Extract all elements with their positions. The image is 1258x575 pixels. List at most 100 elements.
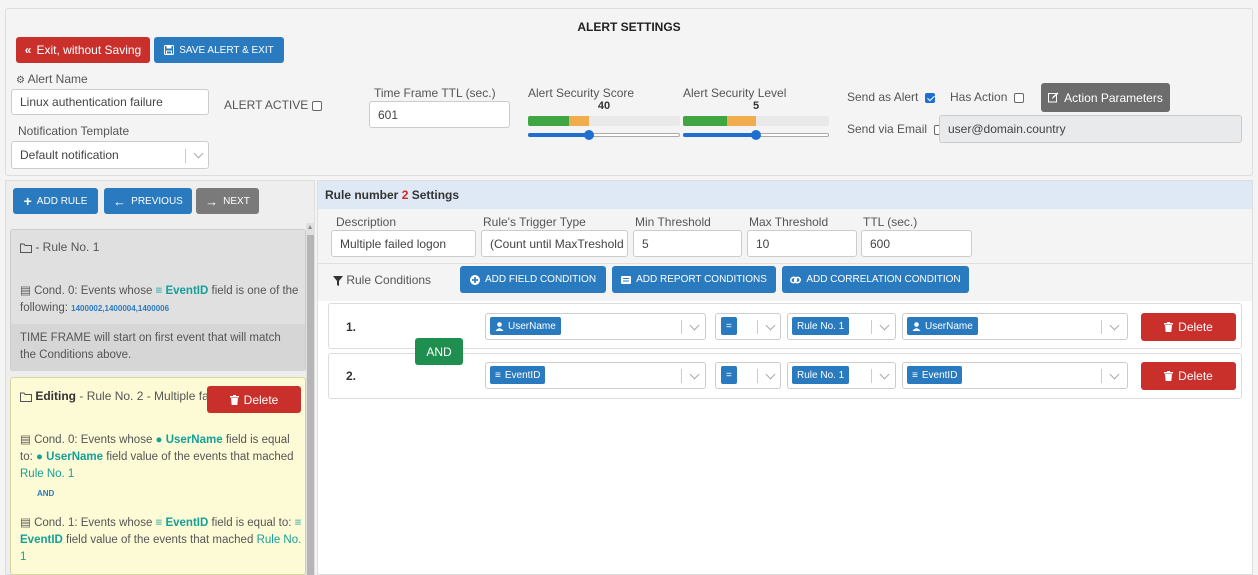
double-chevron-left-icon: « [24, 43, 32, 57]
chevron-down-icon [876, 363, 892, 388]
alert-active-toggle[interactable]: ALERT ACTIVE [224, 98, 322, 112]
min-threshold-input[interactable]: 5 [633, 230, 742, 257]
rule-conditions-toggle[interactable]: Rule Conditions [333, 273, 431, 287]
security-score-slider[interactable] [528, 130, 680, 140]
min-threshold-label: Min Threshold [635, 215, 711, 229]
security-score-fill [528, 116, 589, 126]
delete-condition-button[interactable]: Delete [1141, 313, 1236, 341]
notification-template-value: Default notification [20, 148, 119, 162]
floppy-icon [164, 45, 175, 55]
delete-label: Delete [1178, 320, 1213, 334]
rule-2-delete-button[interactable]: Delete [207, 386, 301, 413]
add-report-label: ADD REPORT CONDITIONS [636, 274, 767, 285]
save-label: SAVE ALERT & EXIT [179, 44, 274, 56]
next-button[interactable]: → NEXT [196, 188, 259, 214]
rule-1-condition: ▤ Cond. 0: Events whose ≡ EventID field … [20, 285, 299, 314]
filter-icon [333, 275, 343, 286]
action-parameters-button[interactable]: Action Parameters [1041, 83, 1170, 112]
list-icon: ▤ [20, 434, 31, 446]
ttl-input[interactable]: 601 [369, 101, 510, 128]
chevron-down-icon [762, 314, 778, 339]
rule-ttl-input[interactable]: 600 [861, 230, 972, 257]
security-level-value: 5 [752, 100, 760, 112]
security-level-bar [683, 116, 829, 126]
add-report-conditions-button[interactable]: ADD REPORT CONDITIONS [612, 266, 776, 293]
divider [318, 263, 1252, 264]
notification-template-select[interactable]: Default notification [11, 141, 209, 169]
trash-icon [1164, 371, 1174, 381]
folder-icon [20, 392, 32, 402]
operator-tag: = [721, 317, 737, 335]
save-alert-exit-button[interactable]: SAVE ALERT & EXIT [154, 37, 284, 63]
rule-conditions-label: Rule Conditions [346, 273, 432, 287]
plus-circle-icon [469, 274, 480, 285]
security-score-value: 40 [597, 100, 611, 112]
action-parameters-label: Action Parameters [1064, 90, 1163, 105]
alert-name-label: ⚙ Alert Name [16, 72, 88, 86]
chevron-down-icon [686, 363, 702, 388]
rule-2-and: AND [37, 489, 55, 498]
plus-icon: + [23, 193, 32, 209]
delete-label: Delete [1178, 369, 1213, 383]
rule-2-condition-0: ▤ Cond. 0: Events whose ● UserName field… [20, 434, 294, 480]
has-action-checkbox[interactable] [1014, 92, 1025, 103]
chevron-down-icon [190, 142, 206, 168]
email-input[interactable]: user@domain.country [939, 115, 1242, 143]
edit-icon [1048, 92, 1059, 103]
slider-thumb[interactable] [583, 130, 594, 140]
add-field-condition-button[interactable]: ADD FIELD CONDITION [460, 266, 606, 293]
max-threshold-input[interactable]: 10 [747, 230, 857, 257]
rule-card-1[interactable]: - Rule No. 1 ▤ Cond. 0: Events whose ≡ E… [10, 229, 306, 371]
security-level-label: Alert Security Level [683, 86, 787, 100]
report-icon [621, 275, 632, 285]
alert-name-input[interactable]: Linux authentication failure [11, 89, 209, 115]
rule-ttl-label: TTL (sec.) [863, 215, 918, 229]
security-score-label: Alert Security Score [528, 86, 635, 100]
ttl-label: Time Frame TTL (sec.) [374, 86, 496, 100]
trigger-type-input[interactable]: (Count until MaxTreshold [481, 230, 628, 257]
alert-active-label: ALERT ACTIVE [224, 98, 309, 112]
list-ol-icon: ≡ [912, 369, 918, 381]
user-icon [495, 321, 504, 331]
user-icon: ● [36, 451, 43, 463]
rule-2-condition-1: ▤ Cond. 1: Events whose ≡ EventID field … [20, 517, 302, 563]
arrow-left-icon: ← [113, 193, 127, 209]
security-score-bar [528, 116, 680, 126]
security-level-fill [683, 116, 756, 126]
list-ol-icon: ≡ [294, 517, 302, 529]
send-as-alert-toggle[interactable]: Send as Alert [847, 90, 936, 104]
rule-card-title: - Rule No. 1 [20, 240, 99, 254]
notification-template-label: Notification Template [18, 124, 130, 138]
and-label: AND [426, 344, 452, 359]
chevron-down-icon [1106, 314, 1122, 339]
delete-condition-button[interactable]: Delete [1141, 362, 1236, 390]
rule-card-2[interactable]: Editing - Rule No. 2 - Multiple failed l… [10, 377, 306, 575]
list-icon: ▤ [20, 285, 31, 297]
list-ol-icon: ≡ [155, 517, 163, 529]
security-level-slider[interactable] [683, 130, 829, 140]
add-correlation-condition-button[interactable]: ADD CORRELATION CONDITION [782, 266, 969, 293]
field-tag: ≡ EventID [490, 366, 546, 384]
add-rule-button[interactable]: + ADD RULE [13, 188, 98, 214]
add-corr-label: ADD CORRELATION CONDITION [806, 274, 961, 285]
slider-thumb[interactable] [751, 130, 761, 140]
has-action-toggle[interactable]: Has Action [950, 90, 1025, 104]
send-as-alert-checkbox[interactable] [925, 92, 936, 103]
alert-active-checkbox[interactable] [311, 100, 322, 111]
user-icon [912, 321, 921, 331]
user-key-icon: ⚙ [16, 75, 25, 86]
send-via-email-toggle[interactable]: Send via Email [847, 122, 944, 136]
description-input[interactable]: Multiple failed logon [331, 230, 476, 257]
rule-settings-header: Rule number 2 Settings [318, 181, 1252, 209]
exit-without-saving-button[interactable]: « Exit, without Saving [16, 37, 150, 63]
select-separator [185, 149, 186, 163]
and-operator-badge[interactable]: AND [415, 338, 463, 365]
field-tag: UserName [490, 317, 561, 335]
previous-button[interactable]: ← PREVIOUS [104, 188, 192, 214]
max-threshold-label: Max Threshold [749, 215, 829, 229]
sidebar-scrollbar[interactable] [306, 223, 315, 575]
list-ol-icon: ≡ [495, 369, 501, 381]
chevron-down-icon [1106, 363, 1122, 388]
chevron-down-icon [686, 314, 702, 339]
previous-label: PREVIOUS [131, 195, 183, 207]
